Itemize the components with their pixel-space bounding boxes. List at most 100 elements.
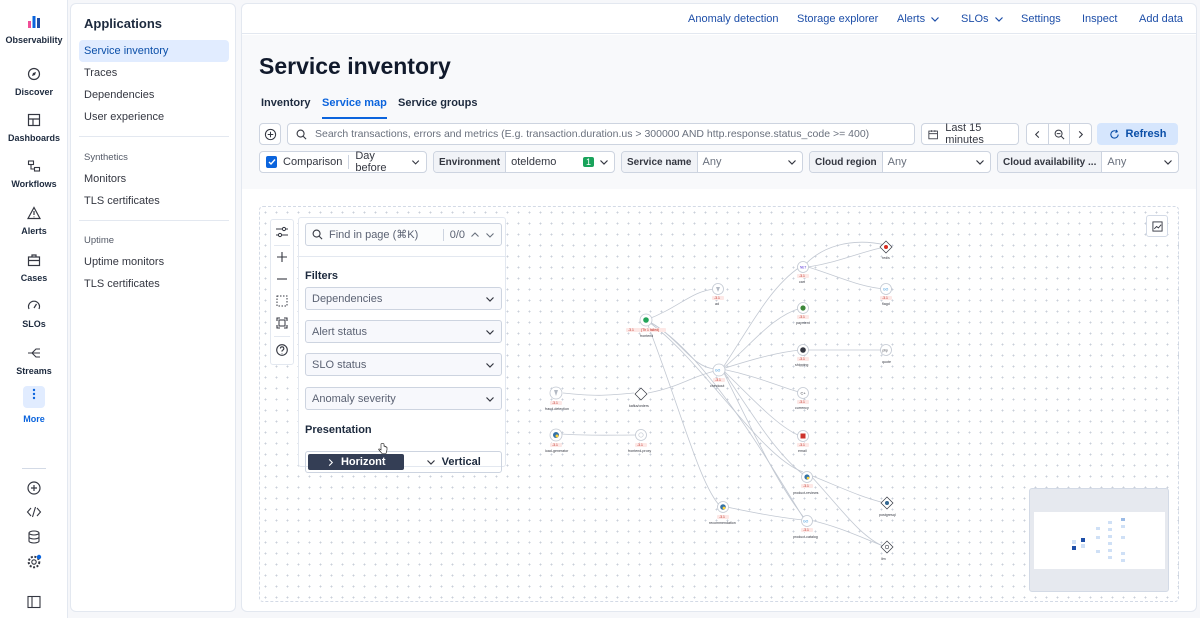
tab-service-map[interactable]: Service map: [322, 97, 387, 119]
node-fraud-detection[interactable]: -3.1 fraud-detection: [545, 386, 569, 411]
rail-streams[interactable]: Streams: [0, 346, 68, 376]
next-period-button[interactable]: [1070, 130, 1091, 139]
php-icon: php: [883, 349, 889, 353]
cloud-availability-select[interactable]: Cloud availability ... Any: [997, 151, 1179, 173]
node-label: checkout: [710, 384, 724, 388]
node-label: postgresql: [879, 513, 896, 517]
node-kafka[interactable]: kafka/orders: [629, 387, 649, 408]
inspect-link[interactable]: Inspect: [1082, 13, 1117, 25]
node-postgresql[interactable]: postgresql: [879, 496, 896, 517]
previous-period-button[interactable]: [1027, 130, 1048, 139]
tab-inventory[interactable]: Inventory: [261, 97, 311, 119]
rail-dashboards[interactable]: Dashboards: [0, 113, 68, 143]
nav-item-user-experience[interactable]: User experience: [79, 106, 229, 128]
node-llm[interactable]: llm: [880, 540, 894, 561]
comparison-control[interactable]: Comparison Day before: [259, 150, 427, 174]
service-name-select[interactable]: Service name Any: [621, 151, 803, 173]
slos-menu[interactable]: SLOs: [961, 13, 1004, 25]
alerts-menu[interactable]: Alerts: [897, 13, 940, 25]
rail-slos[interactable]: SLOs: [0, 299, 68, 329]
slos-icon: [27, 300, 41, 310]
node-label: load-generator: [545, 449, 569, 453]
refresh-button[interactable]: Refresh: [1097, 123, 1178, 145]
node-shipping[interactable]: -3.1 shipping: [795, 344, 809, 368]
nav-item-tls-certificates[interactable]: TLS certificates: [79, 190, 229, 212]
node-label: kafka/orders: [629, 404, 649, 408]
node-product-catalog[interactable]: GO -3.1 product-catalog: [793, 515, 818, 540]
add-circle-icon[interactable]: [26, 480, 42, 496]
go-icon: GO: [715, 369, 721, 373]
storage-explorer-link[interactable]: Storage explorer: [797, 13, 878, 25]
rail-divider: [22, 468, 46, 469]
node-redis[interactable]: redis: [879, 240, 893, 260]
node-flagd[interactable]: GO -3.1 flagd: [880, 283, 892, 307]
node-ad[interactable]: -3.1 ad: [712, 283, 724, 307]
code-icon[interactable]: [26, 504, 42, 520]
check-icon: [268, 159, 276, 166]
environment-select[interactable]: Environment oteldemo 1: [433, 151, 615, 173]
node-quote[interactable]: php quote: [880, 344, 892, 365]
node-payment[interactable]: -3.1 payment: [796, 302, 810, 326]
anomaly-detection-link[interactable]: Anomaly detection: [688, 13, 779, 25]
minimap[interactable]: [1029, 488, 1169, 592]
node-frontend-proxy[interactable]: -3.1 frontend-proxy: [628, 429, 651, 454]
chevron-down-icon: [1164, 160, 1172, 165]
nav-item-service-inventory[interactable]: Service inventory: [79, 40, 229, 62]
rail-cases[interactable]: Cases: [0, 253, 68, 283]
inspect-label: Inspect: [1082, 13, 1118, 25]
node-email[interactable]: -3.1 email: [797, 430, 809, 454]
node-badge: -3.1: [719, 515, 725, 519]
workflows-icon: [27, 160, 41, 172]
rail-more[interactable]: More: [0, 386, 68, 424]
node-checkout[interactable]: GO -3.1 checkout: [710, 363, 726, 388]
nav-item-monitors[interactable]: Monitors: [79, 168, 229, 190]
rail-observability[interactable]: Observability: [0, 13, 68, 45]
node-frontend[interactable]: -3.1 (Th 1 failed) frontend: [626, 313, 666, 338]
comparison-checkbox[interactable]: [266, 156, 278, 168]
service-map[interactable]: Find in page (⌘K) 0/0 Filters Dependenci…: [259, 206, 1179, 602]
add-circle-icon: [264, 128, 276, 140]
collapse-nav-icon[interactable]: [26, 594, 42, 610]
chevron-down-icon: [976, 160, 984, 165]
node-badge: -3.1: [799, 357, 805, 361]
node-currency[interactable]: C+ -3.1 currency: [795, 387, 809, 411]
open-in-new-view-button[interactable]: [1146, 215, 1168, 237]
add-query-button[interactable]: [259, 123, 281, 145]
add-data-link[interactable]: Add data: [1139, 13, 1183, 25]
top-nav: Anomaly detection Storage explorer Alert…: [242, 4, 1196, 34]
comparison-value: Day before: [355, 150, 387, 174]
applications-nav: Applications Service inventory Traces De…: [70, 3, 236, 612]
node-label: recommendation: [709, 521, 736, 525]
search-input[interactable]: Search transactions, errors and metrics …: [287, 123, 915, 145]
nav-item-dependencies[interactable]: Dependencies: [79, 84, 229, 106]
rail-alerts[interactable]: Alerts: [0, 206, 68, 236]
node-badge: -3.1: [799, 315, 805, 319]
rail-workflows[interactable]: Workflows: [0, 159, 68, 189]
nav-item-uptime-tls[interactable]: TLS certificates: [79, 273, 229, 295]
node-label: email: [798, 449, 807, 453]
chart-icon: [1152, 221, 1163, 232]
date-picker[interactable]: Last 15 minutes: [921, 122, 1019, 146]
node-load-generator[interactable]: -3.1 load-generator: [545, 428, 569, 453]
tab-service-groups[interactable]: Service groups: [398, 97, 477, 119]
chevron-down-icon: [788, 160, 796, 165]
node-badge: -3.1: [637, 443, 643, 447]
hand-cursor-icon: [378, 443, 388, 454]
gear-icon[interactable]: [26, 554, 42, 570]
nav-title: Applications: [84, 16, 163, 31]
rail-label: Streams: [16, 366, 52, 376]
time-stepper: [1026, 123, 1092, 145]
rail-discover[interactable]: Discover: [0, 67, 68, 97]
observability-logo-icon: [28, 16, 40, 28]
zoom-out-button[interactable]: [1047, 124, 1071, 144]
cloud-region-label: Cloud region: [810, 152, 883, 172]
settings-link[interactable]: Settings: [1021, 13, 1061, 25]
nav-item-uptime-monitors[interactable]: Uptime monitors: [79, 251, 229, 273]
node-recommendation[interactable]: -3.1 recommendation: [709, 501, 736, 526]
nav-item-traces[interactable]: Traces: [79, 62, 229, 84]
cloud-region-select[interactable]: Cloud region Any: [809, 151, 991, 173]
node-product-reviews[interactable]: -3.1 product-reviews: [793, 471, 819, 496]
database-icon[interactable]: [26, 529, 42, 545]
node-cart[interactable]: NET -3.1 cart: [797, 261, 809, 285]
dashboards-icon: [27, 113, 41, 127]
